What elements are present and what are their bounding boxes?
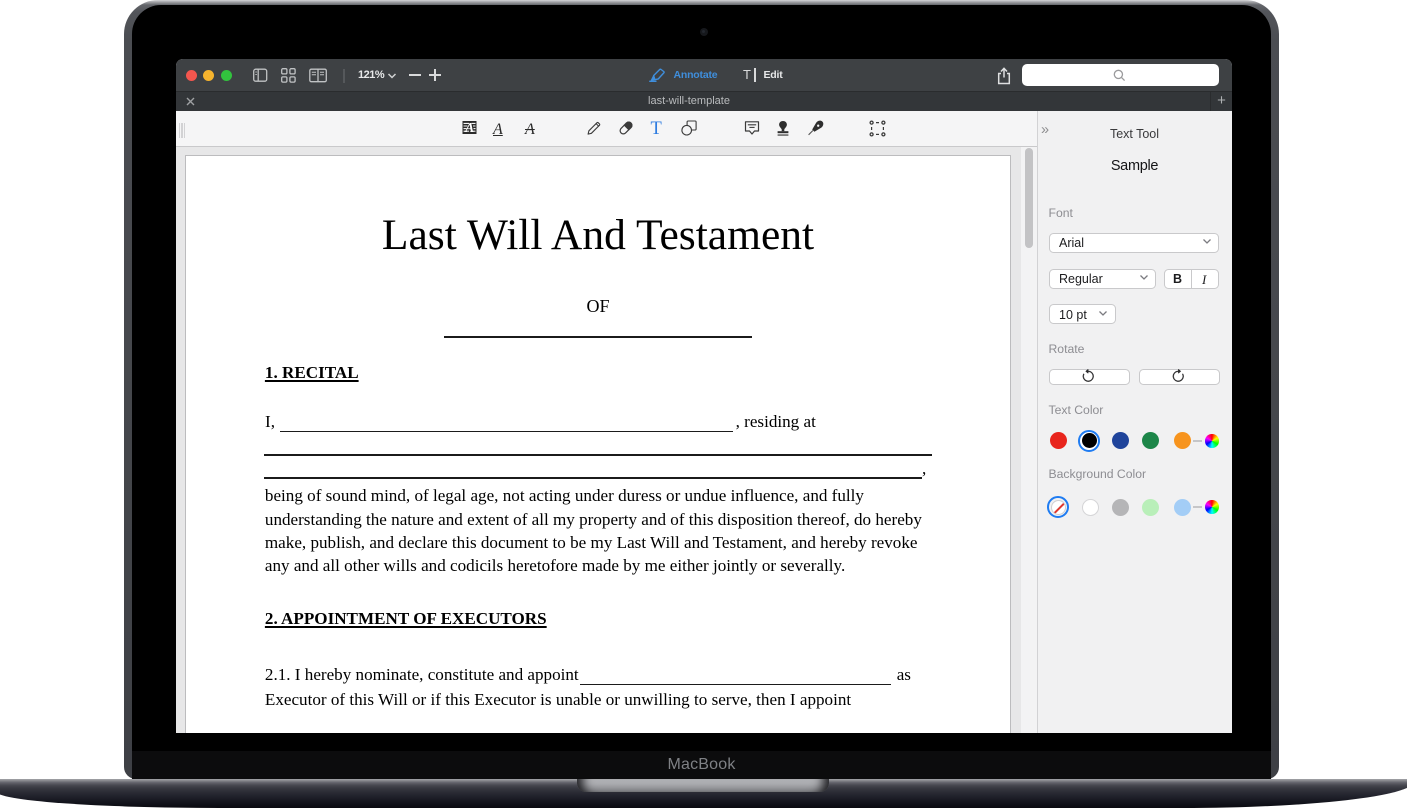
svg-text:A: A xyxy=(464,120,474,135)
